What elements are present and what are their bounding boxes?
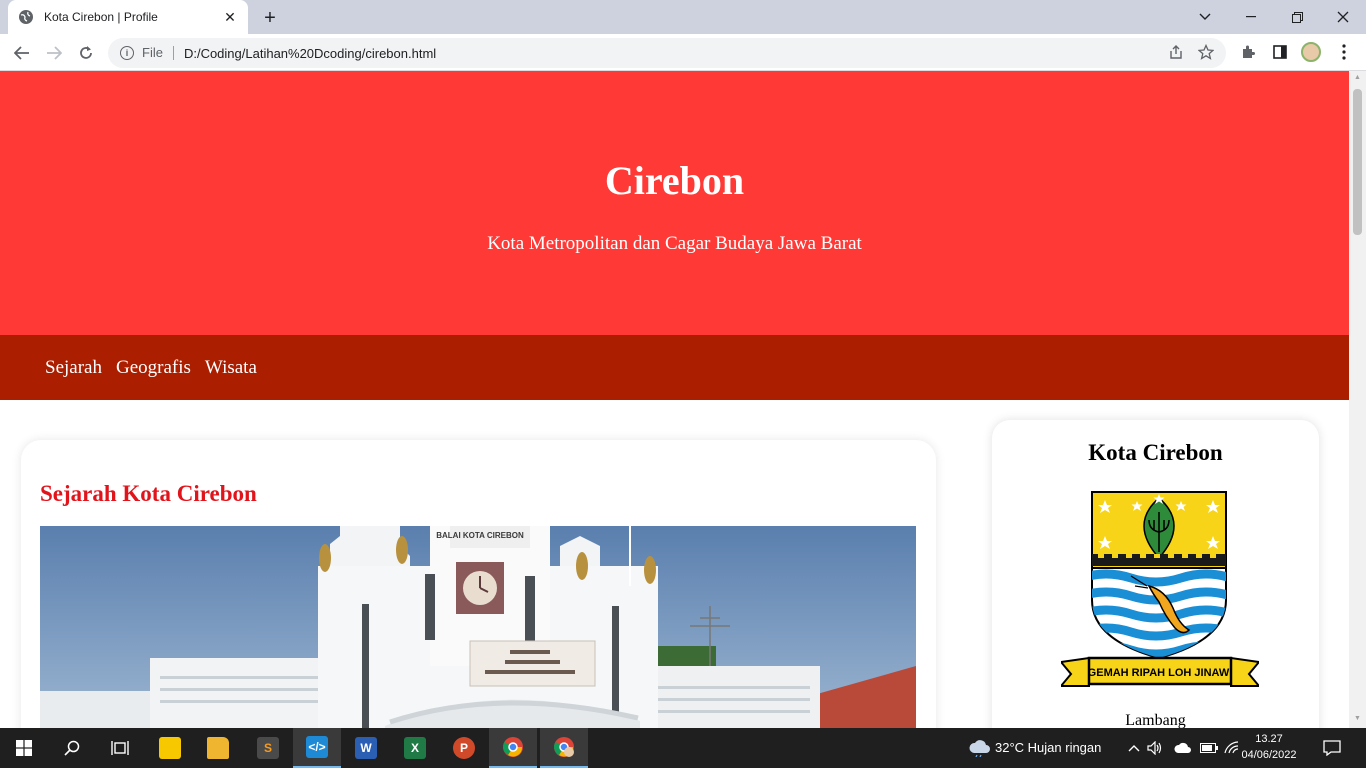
city-hall-photo: BALAI KOTA CIREBON: [40, 526, 916, 728]
task-view-icon[interactable]: [96, 728, 144, 768]
volume-icon[interactable]: [1140, 728, 1170, 768]
powerpoint-icon[interactable]: P: [440, 728, 488, 768]
share-icon[interactable]: [1168, 44, 1184, 64]
extensions-icon[interactable]: [1238, 42, 1258, 62]
menu-kebab-icon[interactable]: [1334, 42, 1354, 62]
reload-icon[interactable]: [72, 39, 100, 67]
vscode-icon[interactable]: </>: [293, 728, 341, 768]
nav-link-sejarah[interactable]: Sejarah: [45, 357, 102, 379]
page-scrollbar[interactable]: ▲ ▼: [1349, 71, 1366, 728]
info-icon[interactable]: i: [120, 46, 134, 60]
history-article: Sejarah Kota Cirebon BALAI KOTA CIREBON: [21, 440, 936, 728]
chrome-icon[interactable]: [489, 728, 537, 768]
page-viewport: Cirebon Kota Metropolitan dan Cagar Buda…: [0, 71, 1349, 728]
tab-search-icon[interactable]: [1182, 0, 1228, 34]
minimize-icon[interactable]: [1228, 0, 1274, 34]
profile-avatar[interactable]: [1301, 42, 1321, 62]
weather-text[interactable]: 32°C Hujan ringan: [995, 740, 1101, 755]
clock-time: 13.27: [1255, 733, 1283, 745]
url-text[interactable]: D:/Coding/Latihan%20Dcoding/cirebon.html: [184, 46, 436, 61]
scroll-down-arrow-icon[interactable]: ▼: [1353, 715, 1362, 724]
browser-tab[interactable]: Kota Cirebon | Profile ✕: [8, 0, 248, 34]
sticky-notes-icon[interactable]: [146, 728, 194, 768]
nav-link-wisata[interactable]: Wisata: [205, 357, 257, 379]
emblem-caption: Lambang: [1125, 712, 1186, 728]
article-title: Sejarah Kota Cirebon: [40, 481, 257, 506]
scroll-thumb[interactable]: [1353, 89, 1362, 235]
restore-icon[interactable]: [1274, 0, 1320, 34]
bookmark-star-icon[interactable]: [1197, 43, 1215, 64]
tab-strip: Kota Cirebon | Profile ✕ +: [0, 0, 1366, 34]
sidebar-title: Kota Cirebon: [1088, 440, 1223, 465]
sublime-text-icon[interactable]: S: [244, 728, 292, 768]
main-nav: Sejarah Geografis Wisata: [0, 335, 1349, 400]
site-title: Cirebon: [604, 158, 745, 203]
new-tab-button[interactable]: +: [258, 6, 282, 30]
chrome-profile-icon[interactable]: [540, 728, 588, 768]
scheme-chip: File: [142, 46, 174, 60]
word-icon[interactable]: W: [342, 728, 390, 768]
address-bar[interactable]: i File D:/Coding/Latihan%20Dcoding/cireb…: [108, 38, 1226, 68]
close-tab-icon[interactable]: ✕: [222, 9, 238, 25]
forward-icon[interactable]: [40, 39, 68, 67]
notifications-icon[interactable]: [1312, 728, 1352, 768]
browser-toolbar: i File D:/Coding/Latihan%20Dcoding/cireb…: [0, 34, 1366, 71]
side-panel-icon[interactable]: [1270, 42, 1290, 62]
windows-taskbar: S </> W X P 32°C Hujan ringan 13.27 04/0…: [0, 728, 1366, 768]
file-explorer-icon[interactable]: [194, 728, 242, 768]
city-emblem-image: GEMAH RIPAH LOH JINAWI: [1058, 490, 1262, 688]
page-header: Cirebon Kota Metropolitan dan Cagar Buda…: [0, 71, 1349, 335]
system-clock[interactable]: 13.27 04/06/2022: [1236, 731, 1302, 763]
windows-start-icon[interactable]: [0, 728, 48, 768]
back-icon[interactable]: [8, 39, 36, 67]
excel-icon[interactable]: X: [391, 728, 439, 768]
search-icon[interactable]: [48, 728, 96, 768]
tab-title: Kota Cirebon | Profile: [44, 10, 158, 24]
clock-date: 04/06/2022: [1241, 749, 1297, 761]
nav-link-geografis[interactable]: Geografis: [116, 357, 191, 379]
globe-icon: [18, 9, 34, 25]
emblem-motto: GEMAH RIPAH LOH JINAWI: [1088, 667, 1233, 679]
profile-sidebar: Kota Cirebon GEMAH RIPAH LOH JINAWI Lamb…: [992, 420, 1319, 728]
scroll-up-arrow-icon[interactable]: ▲: [1353, 74, 1362, 83]
city-hall-sign: BALAI KOTA CIREBON: [436, 531, 524, 540]
site-subtitle: Kota Metropolitan dan Cagar Budaya Jawa …: [487, 233, 862, 254]
close-window-icon[interactable]: [1320, 0, 1366, 34]
